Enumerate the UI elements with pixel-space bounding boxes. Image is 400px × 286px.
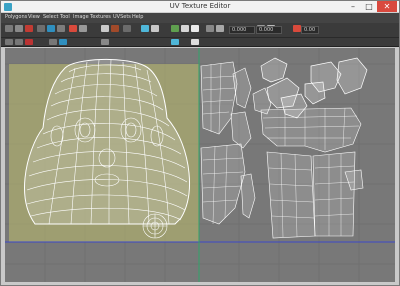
uv-texture-editor-window: UV Texture Editor – □ ✕ Polygons View Se… (0, 0, 400, 286)
sphere-icon[interactable] (191, 25, 199, 32)
menu-uvsets[interactable]: UVSets (113, 14, 131, 20)
maximize-button[interactable]: □ (361, 1, 377, 12)
gamma-icon[interactable] (293, 25, 301, 32)
secondary-toolbar (1, 38, 399, 47)
relax-icon[interactable] (191, 39, 199, 45)
image-icon[interactable] (141, 25, 149, 32)
channels-icon[interactable] (216, 25, 224, 32)
window-controls: – □ ✕ (345, 1, 397, 13)
main-toolbar (1, 23, 399, 38)
window-title: UV Texture Editor (169, 2, 231, 10)
lasso-icon[interactable] (15, 39, 23, 45)
select-icon[interactable] (5, 39, 13, 45)
sew-icon[interactable] (57, 25, 65, 32)
menu-polygons[interactable]: Polygons (5, 14, 27, 20)
menu-view[interactable]: View (28, 14, 40, 20)
menu-bar: Polygons View Select Tool Image Textures… (1, 13, 399, 23)
display-icon[interactable] (151, 25, 159, 32)
close-button[interactable]: ✕ (377, 1, 397, 12)
menu-image[interactable]: Image (73, 14, 89, 20)
minimize-button[interactable]: – (345, 1, 361, 12)
flip-icon[interactable] (37, 25, 45, 32)
isolate-icon[interactable] (181, 25, 189, 32)
move-icon[interactable] (5, 25, 13, 32)
pin-icon[interactable] (49, 39, 57, 45)
title-bar[interactable]: UV Texture Editor – □ ✕ (1, 1, 399, 13)
layout-icon[interactable] (79, 25, 87, 32)
shade-icon[interactable] (111, 25, 119, 32)
v-value-field[interactable]: 0.000 (256, 26, 282, 34)
scale-icon[interactable] (25, 25, 33, 32)
menu-tool[interactable]: Tool (60, 14, 70, 20)
cut-icon[interactable] (47, 25, 55, 32)
normalize-icon[interactable] (171, 39, 179, 45)
grid-icon[interactable] (101, 25, 109, 32)
u-value-field[interactable]: 0.000 (229, 26, 255, 34)
uv-viewport[interactable] (5, 48, 395, 282)
smudge-icon[interactable] (25, 39, 33, 45)
exposure-icon[interactable] (206, 25, 214, 32)
filter-icon[interactable] (171, 25, 179, 32)
gamma-field[interactable]: 0.00 (301, 26, 319, 34)
snapshot-icon[interactable] (123, 25, 131, 32)
menu-textures[interactable]: Textures (90, 14, 111, 20)
straighten-icon[interactable] (101, 39, 109, 45)
unfold-icon[interactable] (69, 25, 77, 32)
uv-canvas (5, 48, 395, 282)
align-icon[interactable] (59, 39, 67, 45)
menu-help[interactable]: Help (132, 14, 143, 20)
rotate-icon[interactable] (15, 25, 23, 32)
menu-select[interactable]: Select (43, 14, 58, 20)
eye-uv-shell (142, 213, 168, 239)
